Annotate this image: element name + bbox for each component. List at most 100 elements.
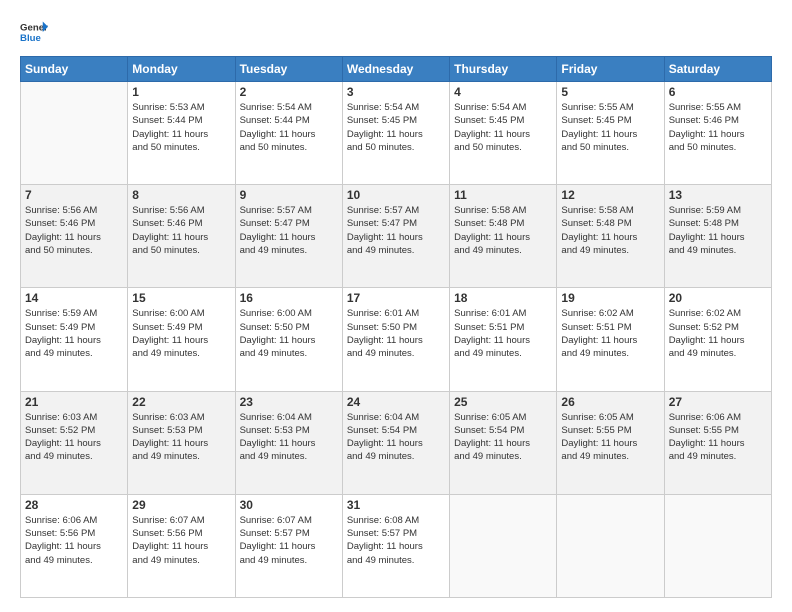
day-info: Sunrise: 6:06 AMSunset: 5:56 PMDaylight:…: [25, 514, 123, 567]
col-header-tuesday: Tuesday: [235, 57, 342, 82]
calendar-week-row: 14 Sunrise: 5:59 AMSunset: 5:49 PMDayligh…: [21, 288, 772, 391]
day-info: Sunrise: 5:53 AMSunset: 5:44 PMDaylight:…: [132, 101, 230, 154]
calendar-cell: [450, 494, 557, 597]
calendar-table: SundayMondayTuesdayWednesdayThursdayFrid…: [20, 56, 772, 598]
logo: General Blue: [20, 18, 48, 46]
day-number: 12: [561, 188, 659, 202]
day-number: 2: [240, 85, 338, 99]
day-info: Sunrise: 5:55 AMSunset: 5:46 PMDaylight:…: [669, 101, 767, 154]
calendar-cell: 10 Sunrise: 5:57 AMSunset: 5:47 PMDayligh…: [342, 185, 449, 288]
day-info: Sunrise: 6:03 AMSunset: 5:53 PMDaylight:…: [132, 411, 230, 464]
day-number: 11: [454, 188, 552, 202]
col-header-friday: Friday: [557, 57, 664, 82]
day-number: 21: [25, 395, 123, 409]
day-number: 14: [25, 291, 123, 305]
day-number: 16: [240, 291, 338, 305]
calendar-cell: 14 Sunrise: 5:59 AMSunset: 5:49 PMDayligh…: [21, 288, 128, 391]
calendar-week-row: 21 Sunrise: 6:03 AMSunset: 5:52 PMDayligh…: [21, 391, 772, 494]
day-info: Sunrise: 5:59 AMSunset: 5:48 PMDaylight:…: [669, 204, 767, 257]
calendar-cell: 23 Sunrise: 6:04 AMSunset: 5:53 PMDayligh…: [235, 391, 342, 494]
calendar-cell: 25 Sunrise: 6:05 AMSunset: 5:54 PMDayligh…: [450, 391, 557, 494]
calendar-cell: 31Sunrise: 6:08 AMSunset: 5:57 PMDayligh…: [342, 494, 449, 597]
day-number: 22: [132, 395, 230, 409]
calendar-week-row: 1Sunrise: 5:53 AMSunset: 5:44 PMDaylight…: [21, 82, 772, 185]
day-info: Sunrise: 6:02 AMSunset: 5:52 PMDaylight:…: [669, 307, 767, 360]
day-number: 6: [669, 85, 767, 99]
day-number: 13: [669, 188, 767, 202]
calendar-cell: 17 Sunrise: 6:01 AMSunset: 5:50 PMDayligh…: [342, 288, 449, 391]
day-number: 4: [454, 85, 552, 99]
col-header-wednesday: Wednesday: [342, 57, 449, 82]
calendar-cell: 11 Sunrise: 5:58 AMSunset: 5:48 PMDayligh…: [450, 185, 557, 288]
day-number: 19: [561, 291, 659, 305]
calendar-week-row: 7Sunrise: 5:56 AMSunset: 5:46 PMDaylight…: [21, 185, 772, 288]
calendar-week-row: 28 Sunrise: 6:06 AMSunset: 5:56 PMDayligh…: [21, 494, 772, 597]
calendar-cell: 12 Sunrise: 5:58 AMSunset: 5:48 PMDayligh…: [557, 185, 664, 288]
svg-text:Blue: Blue: [20, 33, 41, 44]
day-number: 5: [561, 85, 659, 99]
day-info: Sunrise: 6:04 AMSunset: 5:54 PMDaylight:…: [347, 411, 445, 464]
day-info: Sunrise: 5:59 AMSunset: 5:49 PMDaylight:…: [25, 307, 123, 360]
calendar-cell: 4 Sunrise: 5:54 AMSunset: 5:45 PMDaylight…: [450, 82, 557, 185]
calendar-cell: 19 Sunrise: 6:02 AMSunset: 5:51 PMDayligh…: [557, 288, 664, 391]
day-info: Sunrise: 5:58 AMSunset: 5:48 PMDaylight:…: [561, 204, 659, 257]
calendar-cell: 2 Sunrise: 5:54 AMSunset: 5:44 PMDaylight…: [235, 82, 342, 185]
day-number: 23: [240, 395, 338, 409]
day-number: 17: [347, 291, 445, 305]
day-number: 25: [454, 395, 552, 409]
day-info: Sunrise: 6:03 AMSunset: 5:52 PMDaylight:…: [25, 411, 123, 464]
calendar-cell: 1Sunrise: 5:53 AMSunset: 5:44 PMDaylight…: [128, 82, 235, 185]
day-number: 15: [132, 291, 230, 305]
calendar-cell: [557, 494, 664, 597]
calendar-cell: 18Sunrise: 6:01 AMSunset: 5:51 PMDayligh…: [450, 288, 557, 391]
day-number: 26: [561, 395, 659, 409]
day-number: 3: [347, 85, 445, 99]
day-info: Sunrise: 5:54 AMSunset: 5:45 PMDaylight:…: [347, 101, 445, 154]
day-info: Sunrise: 5:56 AMSunset: 5:46 PMDaylight:…: [132, 204, 230, 257]
day-info: Sunrise: 6:01 AMSunset: 5:50 PMDaylight:…: [347, 307, 445, 360]
day-info: Sunrise: 6:05 AMSunset: 5:54 PMDaylight:…: [454, 411, 552, 464]
calendar-cell: 7Sunrise: 5:56 AMSunset: 5:46 PMDaylight…: [21, 185, 128, 288]
col-header-saturday: Saturday: [664, 57, 771, 82]
calendar-cell: 26 Sunrise: 6:05 AMSunset: 5:55 PMDayligh…: [557, 391, 664, 494]
day-info: Sunrise: 5:57 AMSunset: 5:47 PMDaylight:…: [347, 204, 445, 257]
day-info: Sunrise: 6:05 AMSunset: 5:55 PMDaylight:…: [561, 411, 659, 464]
day-info: Sunrise: 5:56 AMSunset: 5:46 PMDaylight:…: [25, 204, 123, 257]
calendar-cell: 5 Sunrise: 5:55 AMSunset: 5:45 PMDaylight…: [557, 82, 664, 185]
day-info: Sunrise: 5:58 AMSunset: 5:48 PMDaylight:…: [454, 204, 552, 257]
day-number: 20: [669, 291, 767, 305]
day-info: Sunrise: 6:07 AMSunset: 5:56 PMDaylight:…: [132, 514, 230, 567]
page: General Blue SundayMondayTuesdayWednesda…: [0, 0, 792, 612]
calendar-cell: 27 Sunrise: 6:06 AMSunset: 5:55 PMDayligh…: [664, 391, 771, 494]
day-info: Sunrise: 5:54 AMSunset: 5:45 PMDaylight:…: [454, 101, 552, 154]
day-info: Sunrise: 6:00 AMSunset: 5:50 PMDaylight:…: [240, 307, 338, 360]
calendar-cell: 15 Sunrise: 6:00 AMSunset: 5:49 PMDayligh…: [128, 288, 235, 391]
day-info: Sunrise: 5:57 AMSunset: 5:47 PMDaylight:…: [240, 204, 338, 257]
calendar-cell: 22 Sunrise: 6:03 AMSunset: 5:53 PMDayligh…: [128, 391, 235, 494]
day-info: Sunrise: 6:04 AMSunset: 5:53 PMDaylight:…: [240, 411, 338, 464]
day-info: Sunrise: 5:55 AMSunset: 5:45 PMDaylight:…: [561, 101, 659, 154]
day-number: 27: [669, 395, 767, 409]
calendar-cell: 30Sunrise: 6:07 AMSunset: 5:57 PMDayligh…: [235, 494, 342, 597]
col-header-monday: Monday: [128, 57, 235, 82]
calendar-cell: 24Sunrise: 6:04 AMSunset: 5:54 PMDayligh…: [342, 391, 449, 494]
col-header-sunday: Sunday: [21, 57, 128, 82]
day-number: 28: [25, 498, 123, 512]
day-info: Sunrise: 6:01 AMSunset: 5:51 PMDaylight:…: [454, 307, 552, 360]
day-info: Sunrise: 6:00 AMSunset: 5:49 PMDaylight:…: [132, 307, 230, 360]
day-info: Sunrise: 6:02 AMSunset: 5:51 PMDaylight:…: [561, 307, 659, 360]
calendar-cell: 29Sunrise: 6:07 AMSunset: 5:56 PMDayligh…: [128, 494, 235, 597]
calendar-cell: 13 Sunrise: 5:59 AMSunset: 5:48 PMDayligh…: [664, 185, 771, 288]
calendar-cell: 16 Sunrise: 6:00 AMSunset: 5:50 PMDayligh…: [235, 288, 342, 391]
col-header-thursday: Thursday: [450, 57, 557, 82]
day-number: 30: [240, 498, 338, 512]
calendar-cell: 8Sunrise: 5:56 AMSunset: 5:46 PMDaylight…: [128, 185, 235, 288]
day-info: Sunrise: 5:54 AMSunset: 5:44 PMDaylight:…: [240, 101, 338, 154]
calendar-cell: 20 Sunrise: 6:02 AMSunset: 5:52 PMDayligh…: [664, 288, 771, 391]
calendar-cell: [21, 82, 128, 185]
day-info: Sunrise: 6:06 AMSunset: 5:55 PMDaylight:…: [669, 411, 767, 464]
calendar-cell: 28 Sunrise: 6:06 AMSunset: 5:56 PMDayligh…: [21, 494, 128, 597]
day-number: 10: [347, 188, 445, 202]
calendar-cell: 3 Sunrise: 5:54 AMSunset: 5:45 PMDaylight…: [342, 82, 449, 185]
day-number: 31: [347, 498, 445, 512]
